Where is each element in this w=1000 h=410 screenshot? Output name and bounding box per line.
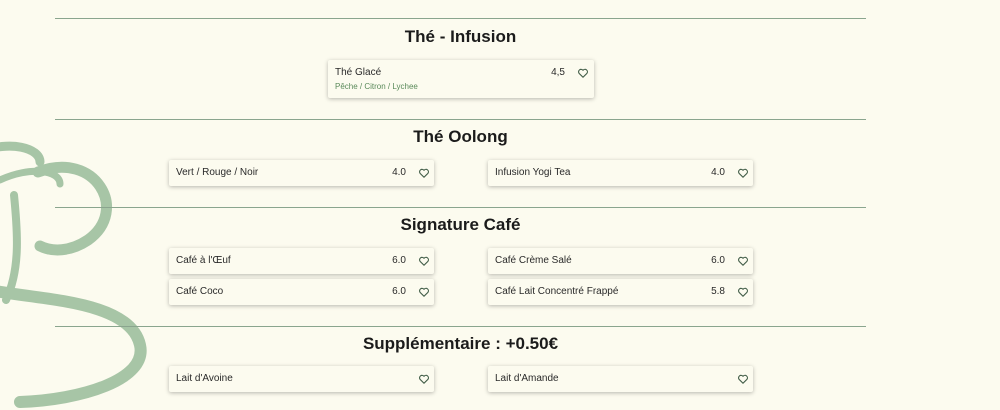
menu-item-cafe-oeuf[interactable]: Café à l'Œuf 6.0 (169, 248, 434, 274)
section-title-signature-cafe: Signature Café (400, 215, 521, 234)
menu-item-vert-rouge-noir[interactable]: Vert / Rouge / Noir 4.0 (169, 160, 434, 186)
menu-item-cafe-creme-sale[interactable]: Café Crème Salé 6.0 (488, 248, 753, 274)
item-price: 6.0 (711, 255, 725, 266)
item-description: Pêche / Citron / Lychee (335, 82, 418, 91)
item-price: 6.0 (392, 255, 406, 266)
menu-item-lait-amande[interactable]: Lait d'Amande (488, 366, 753, 392)
item-price: 4.0 (711, 167, 725, 178)
section-divider (55, 326, 866, 327)
item-name: Café Coco (176, 286, 224, 297)
heart-icon[interactable] (737, 255, 749, 267)
heart-icon[interactable] (737, 373, 749, 385)
heart-icon[interactable] (418, 373, 430, 385)
item-name: Infusion Yogi Tea (495, 167, 571, 178)
item-price: 4,5 (551, 67, 565, 78)
item-name: Café Lait Concentré Frappé (495, 286, 619, 297)
item-price: 6.0 (392, 286, 406, 297)
item-name: Café Crème Salé (495, 255, 572, 266)
heart-icon[interactable] (577, 67, 589, 79)
heart-icon[interactable] (737, 286, 749, 298)
item-price: 5.8 (711, 286, 725, 297)
item-name: Café à l'Œuf (176, 255, 231, 266)
menu-item-lait-avoine[interactable]: Lait d'Avoine (169, 366, 434, 392)
section-divider (55, 18, 866, 19)
section-title-supplementaire: Supplémentaire : +0.50€ (362, 334, 559, 353)
item-name: Thé Glacé (335, 67, 382, 78)
item-price: 4.0 (392, 167, 406, 178)
heart-icon[interactable] (737, 167, 749, 179)
menu-item-infusion-yogi-tea[interactable]: Infusion Yogi Tea 4.0 (488, 160, 753, 186)
item-name: Vert / Rouge / Noir (176, 167, 259, 178)
menu-item-cafe-coco[interactable]: Café Coco 6.0 (169, 279, 434, 305)
menu-item-the-glace[interactable]: Thé Glacé 4,5 Pêche / Citron / Lychee (328, 60, 594, 98)
item-name: Lait d'Amande (495, 373, 559, 384)
heart-icon[interactable] (418, 255, 430, 267)
heart-icon[interactable] (418, 286, 430, 298)
section-title-the-oolong: Thé Oolong (413, 127, 508, 146)
item-name: Lait d'Avoine (176, 373, 233, 384)
menu-item-cafe-lait-concentre-frappe[interactable]: Café Lait Concentré Frappé 5.8 (488, 279, 753, 305)
section-title-the-infusion: Thé - Infusion (404, 27, 517, 46)
section-divider (55, 207, 866, 208)
section-divider (55, 119, 866, 120)
heart-icon[interactable] (418, 167, 430, 179)
